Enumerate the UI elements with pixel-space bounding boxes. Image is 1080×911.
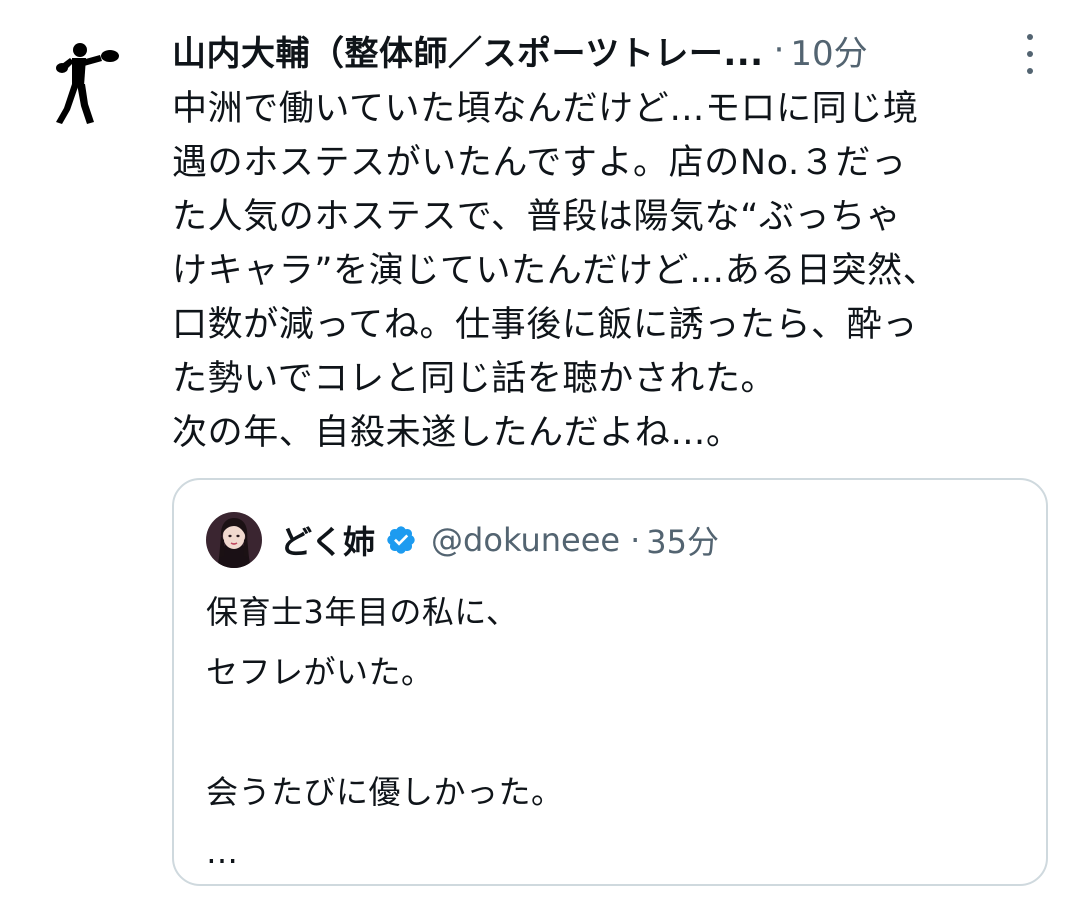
portrait-avatar-icon bbox=[206, 512, 262, 568]
quoted-text-line bbox=[206, 702, 1006, 762]
quoted-text-line: … bbox=[206, 833, 239, 871]
verified-badge-icon bbox=[387, 526, 415, 554]
quoted-post-timestamp[interactable]: 35分 bbox=[646, 517, 719, 563]
quoted-author-handle[interactable]: @dokuneee bbox=[431, 521, 620, 559]
more-options-button[interactable] bbox=[1018, 34, 1042, 74]
post-text-line: 中洲で働いていた頃なんだけど…モロに同じ境 bbox=[172, 89, 919, 129]
post-text-line: た勢いでコレと同じ話を聴かされた。 bbox=[172, 359, 777, 399]
quoted-meta-separator: · bbox=[630, 521, 641, 559]
post-header: 山内大輔（整体師／スポーツトレー... · 10分 bbox=[172, 22, 1062, 78]
quoted-post-text: 保育士3年目の私に、 セフレがいた。 会うたびに優しかった。 … bbox=[206, 582, 1006, 882]
quoted-text-line: 会うたびに優しかった。 bbox=[206, 773, 564, 811]
quoted-post-header: どく姉 @dokuneee · 35分 bbox=[206, 512, 719, 568]
more-vertical-icon-dot bbox=[1027, 51, 1033, 57]
author-name[interactable]: 山内大輔（整体師／スポーツトレー... bbox=[172, 26, 764, 75]
quoted-author-name[interactable]: どく姉 bbox=[280, 517, 375, 563]
post-text-line: 次の年、自殺未遂したんだよね…。 bbox=[172, 413, 742, 453]
post-text-line: 口数が減ってね。仕事後に飯に誘ったら、酔っ bbox=[172, 305, 918, 345]
post-text-line: た人気のホステスで、普段は陽気な“ぶっちゃ bbox=[172, 197, 902, 237]
post-text: 中洲で働いていた頃なんだけど…モロに同じ境 遇のホステスがいたんですよ。店のNo… bbox=[172, 82, 1052, 460]
quoted-author-avatar[interactable] bbox=[206, 512, 262, 568]
post: 山内大輔（整体師／スポーツトレー... · 10分 中洲で働いていた頃なんだけど… bbox=[0, 0, 1080, 911]
post-text-line: けキャラ”を演じていたんだけど…ある日突然、 bbox=[172, 251, 939, 291]
meta-separator: · bbox=[773, 30, 785, 70]
quoted-text-line: 保育士3年目の私に、 bbox=[206, 593, 519, 631]
more-vertical-icon bbox=[1027, 34, 1033, 40]
more-vertical-icon-dot bbox=[1027, 68, 1033, 74]
post-text-line: 遇のホステスがいたんですよ。店のNo.３だっ bbox=[172, 143, 907, 183]
quoted-post-card[interactable]: どく姉 @dokuneee · 35分 保育士3年目の私に、 セフレがいた。 会… bbox=[172, 478, 1048, 886]
boxer-silhouette-icon bbox=[56, 43, 119, 124]
quoted-text-line: セフレがいた。 bbox=[206, 653, 434, 691]
author-avatar[interactable] bbox=[48, 38, 128, 128]
post-timestamp[interactable]: 10分 bbox=[790, 26, 867, 75]
